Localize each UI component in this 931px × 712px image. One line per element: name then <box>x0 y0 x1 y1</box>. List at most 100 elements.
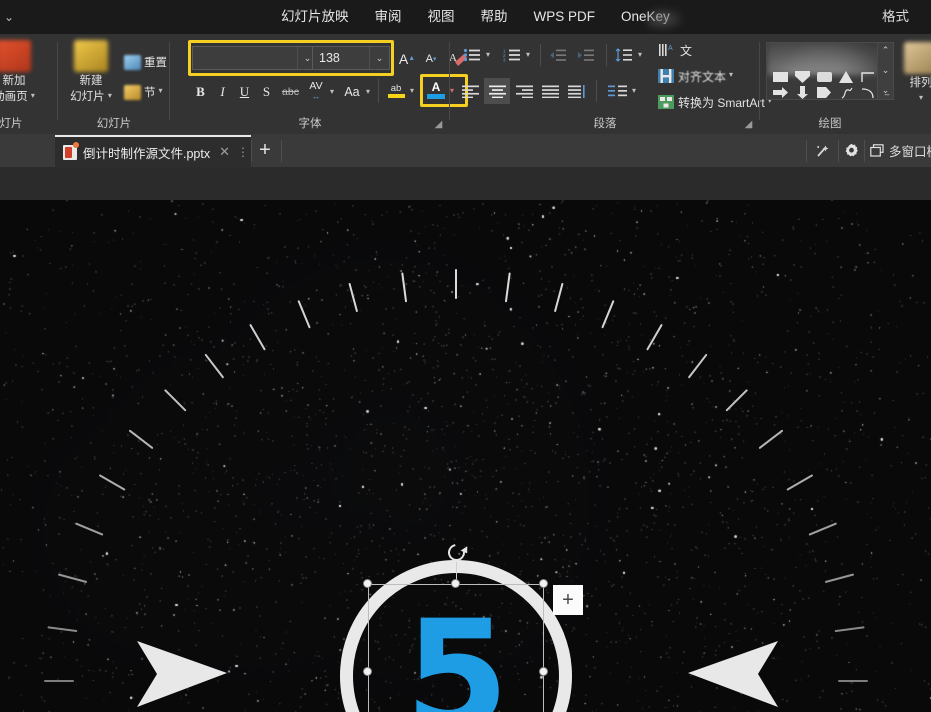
bullet-list-button[interactable] <box>460 44 484 66</box>
chevron-down-icon[interactable]: ▾ <box>159 86 163 95</box>
shrink-font-button[interactable]: A ▾ <box>420 49 442 69</box>
selection-handle-w[interactable] <box>363 667 372 676</box>
numbered-list-chevron-down-icon[interactable]: ▾ <box>526 50 530 59</box>
shape-arc[interactable] <box>859 85 877 99</box>
multi-window-icon <box>870 144 884 157</box>
menu-format-tab[interactable]: 格式 <box>870 0 921 34</box>
shape-scribble[interactable] <box>837 85 855 99</box>
shape-triangle[interactable] <box>837 69 855 84</box>
grow-font-button[interactable]: A ▲ <box>396 48 418 69</box>
selection-bounding-box[interactable] <box>368 584 544 712</box>
menu-review[interactable]: 审阅 <box>362 0 415 34</box>
chevron-down-icon[interactable]: ▾ <box>108 89 112 103</box>
new-tab-button[interactable]: + <box>252 138 278 162</box>
align-right-button[interactable] <box>512 80 536 102</box>
para-divider-3 <box>596 80 597 102</box>
selection-handle-e[interactable] <box>539 667 548 676</box>
bold-button[interactable]: B <box>190 81 211 102</box>
tab-menu-icon[interactable]: ⋮ <box>237 145 249 159</box>
decrease-indent-button[interactable] <box>546 44 570 66</box>
settings-button[interactable] <box>840 134 862 167</box>
bullet-list-chevron-down-icon[interactable]: ▾ <box>486 50 490 59</box>
line-spacing-button[interactable] <box>612 44 636 66</box>
new-slide-button[interactable]: 新建 幻灯片 ▾ <box>62 40 120 105</box>
group-label-drawing: 绘图 <box>818 118 842 130</box>
chevron-down-icon[interactable]: ▾ <box>919 91 923 105</box>
paragraph-dialog-launcher[interactable]: ◢ <box>743 119 754 130</box>
scroll-more-icon[interactable]: ⌄ <box>882 65 890 76</box>
font-name-combo[interactable]: 刀T宀 宋体 ⌄ <box>192 46 318 70</box>
arrow-left-shape[interactable] <box>135 637 227 711</box>
text-shadow-button[interactable]: S <box>256 81 277 102</box>
chevron-down-icon[interactable]: ▾ <box>31 89 35 103</box>
text-direction-label: 文 <box>680 43 693 58</box>
align-center-icon <box>488 85 506 98</box>
selection-handle-nw[interactable] <box>363 579 372 588</box>
new-animation-page-button[interactable]: 新加 动画页 ▾ <box>0 40 52 105</box>
group-label-slide: 幻灯片 <box>96 118 132 130</box>
document-tab-truncated[interactable]: ptx <box>0 135 28 167</box>
columns-chevron-down-icon[interactable]: ▾ <box>632 86 636 95</box>
reset-button[interactable]: 重置 <box>124 54 167 70</box>
numbered-list-button[interactable]: 1 2 3 <box>500 44 524 66</box>
scroll-up-icon[interactable]: ⌃ <box>882 43 890 56</box>
character-spacing-chevron-down-icon[interactable]: ▾ <box>330 87 334 96</box>
font-dialog-launcher[interactable]: ◢ <box>433 119 444 130</box>
selection-handle-ne[interactable] <box>539 579 548 588</box>
align-left-button[interactable] <box>458 80 482 102</box>
document-tab-active[interactable]: 倒计时制作源文件.pptx ✕ ⋮ <box>55 135 251 167</box>
change-case-button[interactable]: Aa <box>340 81 364 102</box>
convert-to-smartart-label: 转换为 SmartArt <box>678 95 765 110</box>
menu-slideshow[interactable]: 幻灯片放映 <box>268 0 362 34</box>
justify-button[interactable] <box>538 80 562 102</box>
text-highlight-button[interactable]: ab <box>384 78 408 102</box>
increase-indent-icon <box>578 49 594 61</box>
shape-elbow-connector[interactable] <box>859 69 877 84</box>
shape-chevron-down[interactable] <box>793 69 811 84</box>
convert-to-smartart-button[interactable]: 转换为 SmartArt ▾ <box>658 92 772 112</box>
magic-wand-button[interactable] <box>810 134 836 167</box>
align-center-button[interactable] <box>484 78 510 104</box>
distribute-button[interactable] <box>564 80 588 102</box>
menu-overflow-icon[interactable]: ⌄ <box>0 6 18 28</box>
multi-window-mode-button[interactable]: 多窗口模 <box>870 134 931 167</box>
font-size-combo[interactable]: 138 ⌄ <box>312 46 390 70</box>
shape-right-arrow[interactable] <box>771 85 789 99</box>
align-text-button[interactable]: 对齐文本 ▾ <box>658 66 733 86</box>
menu-view[interactable]: 视图 <box>415 0 468 34</box>
new-slide-icon <box>74 40 108 72</box>
shape-rectangle[interactable] <box>771 69 789 84</box>
menu-wps-pdf[interactable]: WPS PDF <box>521 0 609 34</box>
text-highlight-chevron-down-icon[interactable]: ▾ <box>410 86 414 95</box>
shape-pentagon[interactable] <box>815 85 833 99</box>
close-icon[interactable]: ✕ <box>219 144 230 160</box>
italic-button[interactable]: I <box>212 81 233 102</box>
new-animation-page-label-1: 新加 <box>2 75 26 87</box>
arrange-label: 排列 <box>909 77 931 89</box>
line-spacing-chevron-down-icon[interactable]: ▾ <box>638 50 642 59</box>
shapes-gallery-scrollbar[interactable]: ⌃ ⌄ ⌄̲ <box>877 43 893 99</box>
columns-icon <box>607 85 627 96</box>
character-spacing-button[interactable]: AV ↔ <box>304 78 328 102</box>
text-direction-button[interactable]: A 文 <box>658 40 692 60</box>
scroll-expand-icon[interactable]: ⌄̲ <box>882 85 890 99</box>
shape-rounded-rect[interactable] <box>815 69 833 84</box>
highlight-color-swatch <box>387 93 405 98</box>
menu-onekey[interactable]: OneKey <box>608 0 683 34</box>
arrow-right-shape[interactable] <box>688 637 780 711</box>
arrange-button[interactable]: 排列 ▾ <box>900 42 931 107</box>
underline-button[interactable]: U <box>234 81 255 102</box>
columns-button[interactable] <box>604 80 630 102</box>
shapes-gallery[interactable]: ⌃ ⌄ ⌄̲ <box>766 42 894 100</box>
font-size-chevron-down-icon[interactable]: ⌄ <box>369 47 389 69</box>
slide-canvas[interactable]: 5 + <box>0 200 931 712</box>
section-button[interactable]: 节 ▾ <box>124 84 163 100</box>
menu-help[interactable]: 帮助 <box>468 0 521 34</box>
selection-handle-n[interactable] <box>451 579 460 588</box>
shape-down-arrow[interactable] <box>793 85 811 99</box>
font-color-button[interactable]: A <box>424 78 448 102</box>
align-text-chevron-down-icon[interactable]: ▾ <box>729 70 733 79</box>
strikethrough-button[interactable]: abc <box>278 82 303 102</box>
increase-indent-button[interactable] <box>574 44 598 66</box>
change-case-chevron-down-icon[interactable]: ▾ <box>366 87 370 96</box>
